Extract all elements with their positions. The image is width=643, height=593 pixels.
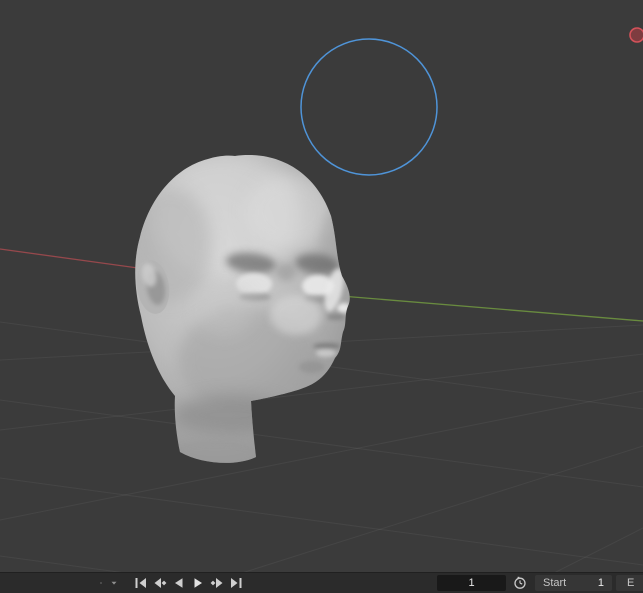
frame-start-field[interactable]: Start 1 bbox=[535, 575, 612, 591]
frame-end-label: E bbox=[627, 577, 634, 589]
current-frame-field[interactable]: 1 bbox=[437, 575, 506, 591]
jump-to-end-button[interactable] bbox=[229, 577, 247, 589]
jump-to-start-icon bbox=[134, 577, 148, 589]
frame-start-value: 1 bbox=[598, 577, 604, 589]
frame-end-field[interactable]: E bbox=[616, 575, 643, 591]
frame-start-label: Start bbox=[543, 577, 566, 589]
next-keyframe-icon bbox=[210, 577, 224, 589]
play-reverse-icon bbox=[172, 577, 186, 589]
blender-window: 1 Start 1 E bbox=[0, 0, 643, 593]
gizmo-x-axis-ball[interactable] bbox=[630, 28, 643, 42]
jump-next-keyframe-button[interactable] bbox=[210, 577, 228, 589]
chevron-down-icon bbox=[110, 579, 118, 587]
viewport-3d[interactable] bbox=[0, 0, 643, 572]
play-button[interactable] bbox=[191, 577, 209, 589]
play-icon bbox=[191, 577, 205, 589]
timeline-header: 1 Start 1 E bbox=[0, 572, 643, 593]
clock-icon bbox=[513, 576, 527, 590]
jump-prev-keyframe-button[interactable] bbox=[153, 577, 171, 589]
play-reverse-button[interactable] bbox=[172, 577, 190, 589]
auto-keying-dropdown[interactable] bbox=[110, 579, 122, 587]
jump-to-end-icon bbox=[229, 577, 243, 589]
jump-to-start-button[interactable] bbox=[134, 577, 152, 589]
prev-keyframe-icon bbox=[153, 577, 167, 589]
